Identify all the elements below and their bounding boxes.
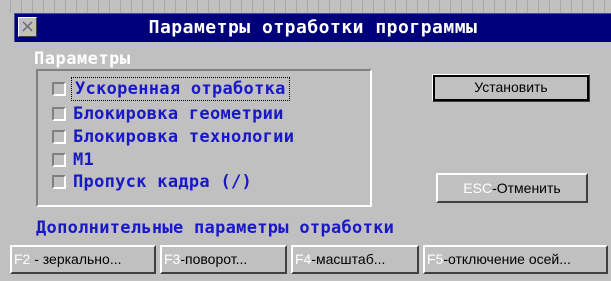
close-icon[interactable]: × bbox=[18, 17, 37, 37]
checkbox-fast-run[interactable]: Ускоренная отработка bbox=[52, 77, 290, 101]
checkbox-label: Блокировка геометрии bbox=[73, 104, 284, 124]
checkbox-box[interactable] bbox=[52, 175, 66, 189]
extra-params-label: Дополнительные параметры отработки bbox=[36, 218, 395, 238]
checkbox-label: M1 bbox=[73, 150, 95, 170]
f2-key-label: F2 bbox=[14, 251, 31, 267]
params-group-label: Параметры bbox=[34, 49, 131, 69]
params-group-box: Ускоренная отработка Блокировка геометри… bbox=[36, 69, 372, 207]
cancel-button[interactable]: ESC-Отменить bbox=[436, 173, 588, 203]
checkbox-label: Блокировка технологии bbox=[73, 127, 295, 147]
checkbox-geometry-lock[interactable]: Блокировка геометрии bbox=[52, 104, 284, 124]
checkbox-m1[interactable]: M1 bbox=[52, 150, 94, 170]
f5-button-label: -отключение осей... bbox=[443, 251, 571, 267]
f4-button-label: -масштаб... bbox=[311, 251, 386, 267]
dialog-title: Параметры отработки программы bbox=[148, 17, 478, 38]
f3-button-label: -поворот... bbox=[180, 251, 248, 267]
esc-key-label: ESC bbox=[463, 180, 493, 196]
checkbox-box[interactable] bbox=[52, 153, 66, 167]
f2-mirror-button[interactable]: F2 - зеркально... bbox=[10, 245, 156, 274]
f5-key-label: F5 bbox=[427, 251, 444, 267]
checkbox-box[interactable] bbox=[52, 107, 66, 121]
background-strip bbox=[0, 0, 611, 13]
cancel-button-label: -Отменить bbox=[492, 180, 561, 196]
f3-key-label: F3 bbox=[164, 251, 181, 267]
checkbox-block-skip[interactable]: Пропуск кадра (/) bbox=[52, 172, 252, 192]
checkbox-technology-lock[interactable]: Блокировка технологии bbox=[52, 127, 294, 147]
dialog-body: Параметры Ускоренная отработка Блокировк… bbox=[10, 42, 611, 281]
f3-rotate-button[interactable]: F3-поворот... bbox=[160, 245, 287, 274]
dialog-title-bar[interactable]: × Параметры отработки программы bbox=[14, 13, 611, 42]
f5-axes-off-button[interactable]: F5-отключение осей... bbox=[423, 245, 608, 274]
checkbox-box[interactable] bbox=[52, 82, 66, 96]
checkbox-label: Ускоренная отработка bbox=[71, 77, 290, 101]
set-button-label: Установить bbox=[474, 79, 548, 95]
set-button[interactable]: Установить bbox=[432, 74, 590, 102]
f2-button-label: - зеркально... bbox=[30, 251, 122, 267]
f4-key-label: F4 bbox=[295, 251, 312, 267]
checkbox-box[interactable] bbox=[52, 130, 66, 144]
checkbox-label: Пропуск кадра (/) bbox=[73, 172, 253, 192]
f4-scale-button[interactable]: F4-масштаб... bbox=[291, 245, 419, 274]
